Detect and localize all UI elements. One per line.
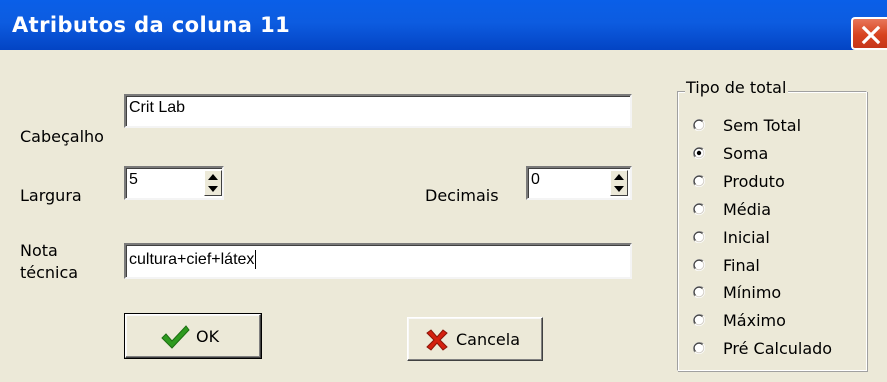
radio-checked-icon[interactable]	[692, 146, 706, 160]
cabecalho-input[interactable]: Crit Lab	[124, 94, 632, 128]
decimais-stepper[interactable]: 0	[526, 166, 632, 200]
radio-option-label: Pré Calculado	[723, 339, 833, 358]
nota-tecnica-input[interactable]: cultura+cief+látex	[124, 243, 632, 279]
radio-option[interactable]: Final	[692, 255, 862, 277]
largura-spin-up[interactable]	[205, 171, 221, 183]
radio-unchecked-icon[interactable]	[692, 313, 706, 327]
checkmark-icon	[161, 325, 190, 349]
radio-unchecked-icon[interactable]	[692, 230, 706, 244]
radio-unchecked-icon[interactable]	[692, 285, 706, 299]
arrow-down-icon	[208, 186, 218, 192]
radio-option-label: Soma	[723, 144, 769, 163]
dialog-window: Atributos da coluna 11 Cabeçalho Crit La…	[0, 0, 887, 382]
ok-button[interactable]: OK	[124, 313, 262, 359]
red-x-icon	[426, 329, 448, 351]
decimais-spin-down[interactable]	[611, 183, 627, 195]
close-button[interactable]	[851, 17, 887, 50]
largura-stepper[interactable]: 5	[124, 166, 224, 200]
radio-unchecked-icon[interactable]	[692, 202, 706, 216]
arrow-up-icon	[208, 174, 218, 180]
radio-unchecked-icon[interactable]	[692, 258, 706, 272]
radio-option-label: Máximo	[723, 311, 786, 330]
decimais-label: Decimais	[425, 186, 499, 205]
radio-unchecked-icon[interactable]	[692, 118, 706, 132]
radio-option-label: Mínimo	[723, 283, 782, 302]
decimais-value: 0	[531, 171, 540, 188]
radio-option[interactable]: Pré Calculado	[692, 338, 862, 360]
tipo-de-total-legend: Tipo de total	[685, 78, 789, 97]
radio-unchecked-icon[interactable]	[692, 341, 706, 355]
cancel-button[interactable]: Cancela	[407, 317, 543, 361]
cabecalho-value: Crit Lab	[129, 99, 186, 116]
nota-value-wrap: cultura+cief+látex	[129, 250, 257, 270]
dialog-title: Atributos da coluna 11	[12, 13, 291, 37]
ok-label: OK	[196, 327, 220, 346]
radio-option-label: Média	[723, 200, 772, 219]
nota-label-line2: técnica	[20, 263, 79, 282]
largura-label: Largura	[20, 186, 82, 205]
nota-label-line1: Nota	[20, 241, 58, 260]
text-caret	[255, 250, 257, 269]
arrow-up-icon	[614, 174, 624, 180]
close-icon	[861, 25, 881, 45]
cancel-label: Cancela	[456, 330, 521, 349]
arrow-down-icon	[614, 186, 624, 192]
radio-option[interactable]: Produto	[692, 171, 862, 193]
radio-option-label: Sem Total	[723, 116, 802, 135]
radio-option-label: Final	[723, 256, 760, 275]
largura-spin-down[interactable]	[205, 183, 221, 195]
radio-option[interactable]: Sem Total	[692, 115, 862, 137]
decimais-spin-buttons[interactable]	[610, 170, 628, 196]
decimais-spin-up[interactable]	[611, 171, 627, 183]
radio-option[interactable]: Mínimo	[692, 282, 862, 304]
largura-spin-buttons[interactable]	[204, 170, 222, 196]
radio-option[interactable]: Soma	[692, 143, 862, 165]
radio-option-label: Produto	[723, 172, 785, 191]
radio-option[interactable]: Média	[692, 199, 862, 221]
radio-option[interactable]: Máximo	[692, 310, 862, 332]
radio-option[interactable]: Inicial	[692, 227, 862, 249]
largura-value: 5	[129, 171, 138, 188]
cabecalho-label: Cabeçalho	[20, 127, 104, 146]
nota-value: cultura+cief+látex	[129, 251, 255, 268]
title-bar[interactable]: Atributos da coluna 11	[0, 0, 887, 50]
radio-unchecked-icon[interactable]	[692, 174, 706, 188]
radio-option-label: Inicial	[723, 228, 770, 247]
